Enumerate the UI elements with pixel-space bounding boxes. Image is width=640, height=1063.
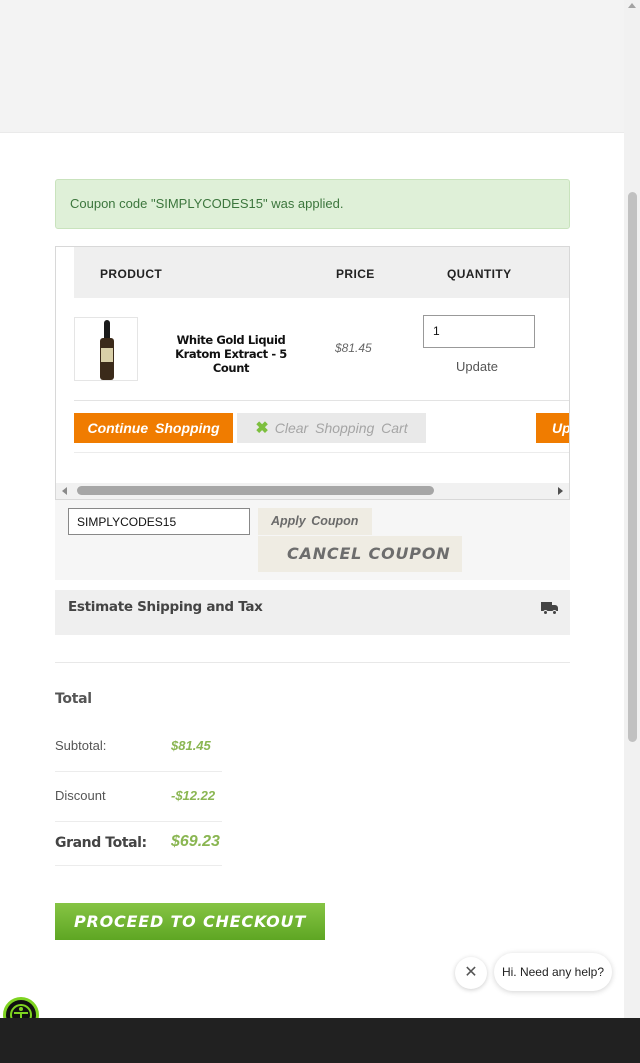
update-item-link[interactable]: Update [456,359,498,374]
scroll-right-arrow-icon[interactable] [558,487,563,495]
truck-icon [541,602,559,616]
product-price: $81.45 [335,341,372,355]
coupon-code-input[interactable]: SIMPLYCODES15 [68,508,250,535]
page-scrollbar[interactable] [624,0,640,1018]
continue-shopping-button[interactable]: Continue Shopping [74,413,233,443]
grand-total-row: Grand Total: $69.23 [55,822,222,866]
subtotal-row: Subtotal: $81.45 [55,722,222,772]
grand-total-label: Grand Total: [55,835,147,851]
update-cart-button[interactable]: Up [536,413,569,443]
proceed-to-checkout-button[interactable]: PROCEED TO CHECKOUT [55,903,325,940]
section-divider [55,662,570,663]
row-divider [74,400,569,401]
close-icon: ✖ [255,420,269,437]
scroll-up-arrow-icon[interactable] [628,3,636,8]
chat-bubble[interactable]: Hi. Need any help? [494,953,612,991]
cart-table-header: PRODUCT PRICE QUANTITY [74,247,569,298]
estimate-shipping-toggle[interactable]: Estimate Shipping and Tax [55,590,570,635]
grand-total-value: $69.23 [171,833,220,850]
subtotal-value: $81.45 [171,738,211,753]
column-header-price: PRICE [336,267,375,281]
cart-page: Coupon code "SIMPLYCODES15" was applied.… [0,0,640,1063]
estimate-shipping-title: Estimate Shipping and Tax [68,599,263,615]
quantity-input[interactable]: 1 [423,315,535,348]
header-band [0,0,624,133]
column-header-product: PRODUCT [100,267,163,281]
subtotal-label: Subtotal: [55,738,107,753]
scroll-left-arrow-icon[interactable] [62,487,67,495]
footer-bar [0,1018,640,1063]
discount-label: Discount [55,788,106,803]
clear-cart-label: Clear Shopping Cart [274,420,408,436]
discount-row: Discount -$12.22 [55,772,222,822]
product-name-link[interactable]: White Gold Liquid Kratom Extract - 5 Cou… [171,333,291,375]
discount-value: -$12.22 [171,788,216,803]
totals-title: Total [55,691,92,707]
row-divider [74,452,569,453]
horizontal-scrollbar[interactable] [56,483,569,499]
column-header-quantity: QUANTITY [447,267,512,281]
product-thumbnail[interactable] [74,317,138,381]
cancel-coupon-button[interactable]: CANCEL COUPON [258,536,462,572]
cart-table: PRODUCT PRICE QUANTITY White Gold Liquid… [55,246,570,500]
apply-coupon-button[interactable]: Apply Coupon [258,508,372,535]
chat-close-icon[interactable]: ✕ [455,957,487,989]
coupon-section: SIMPLYCODES15 Apply Coupon CANCEL COUPON [55,500,570,580]
coupon-applied-notice: Coupon code "SIMPLYCODES15" was applied. [55,179,570,229]
page-scrollbar-thumb[interactable] [628,192,637,742]
tincture-bottle-icon [100,320,114,380]
clear-cart-button[interactable]: ✖ Clear Shopping Cart [237,413,426,443]
scrollbar-thumb[interactable] [77,486,434,495]
